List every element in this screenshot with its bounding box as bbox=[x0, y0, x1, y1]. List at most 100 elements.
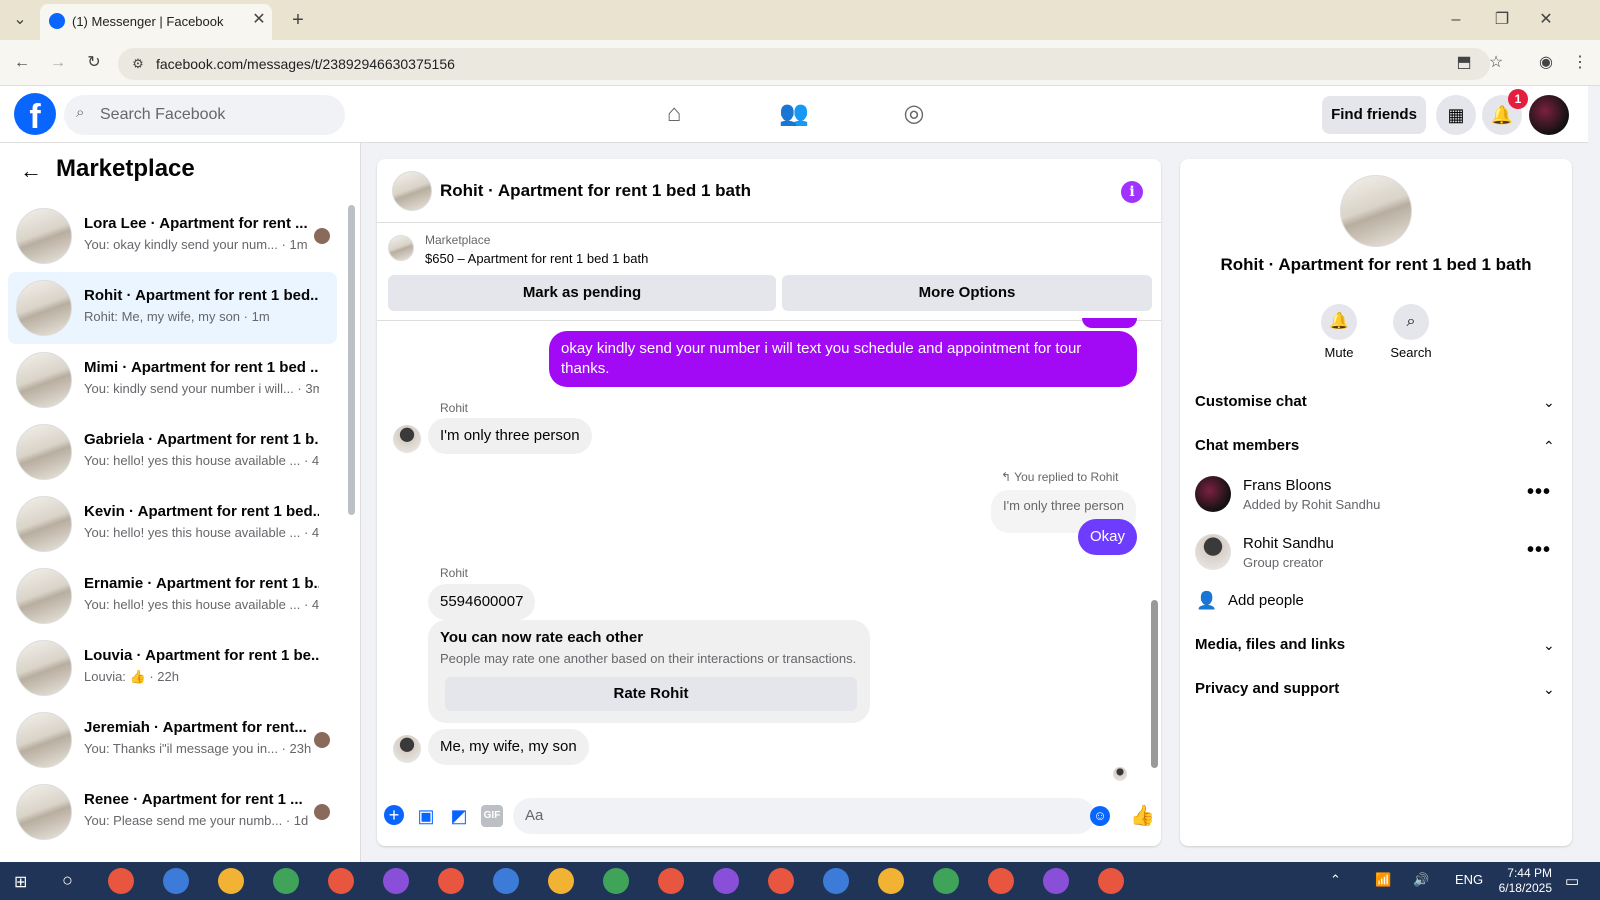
taskbar-app-icon[interactable] bbox=[273, 868, 299, 894]
conversation-item[interactable]: Rohit · Apartment for rent 1 bed... Rohit… bbox=[8, 272, 337, 344]
member-name[interactable]: Frans Bloons bbox=[1243, 477, 1331, 494]
back-icon[interactable]: ← bbox=[8, 49, 36, 77]
new-tab-icon[interactable]: + bbox=[284, 6, 312, 34]
incoming-message-last[interactable]: Me, my wife, my son bbox=[428, 729, 589, 765]
taskbar-app-icon[interactable] bbox=[823, 868, 849, 894]
chat-members-row[interactable]: Chat members bbox=[1195, 437, 1299, 454]
conversation-item[interactable]: Louvia · Apartment for rent 1 be... Louvi… bbox=[8, 632, 337, 704]
back-arrow-icon[interactable]: ← bbox=[20, 158, 42, 184]
windows-start-icon[interactable]: ⊞ bbox=[14, 872, 27, 892]
conversation-item[interactable]: Ernamie · Apartment for rent 1 b... You: … bbox=[8, 560, 337, 632]
taskbar-app-icon[interactable] bbox=[163, 868, 189, 894]
message-input[interactable]: Aa bbox=[513, 798, 1095, 834]
conversation-item[interactable]: Mimi · Apartment for rent 1 bed ... You: … bbox=[8, 344, 337, 416]
home-icon[interactable]: ⌂ bbox=[651, 91, 697, 137]
conversation-item[interactable]: Renee · Apartment for rent 1 ... You: Ple… bbox=[8, 776, 337, 848]
gif-icon[interactable]: GIF bbox=[481, 805, 503, 827]
search-icon[interactable]: ⌕ bbox=[1393, 304, 1429, 340]
customise-chat-row[interactable]: Customise chat bbox=[1195, 393, 1307, 410]
conversation-item[interactable]: Kevin · Apartment for rent 1 bed... You: … bbox=[8, 488, 337, 560]
add-attachment-icon[interactable]: + bbox=[384, 805, 404, 825]
member-name[interactable]: Rohit Sandhu bbox=[1243, 535, 1334, 552]
chevron-up-icon[interactable]: ⌃ bbox=[1543, 438, 1555, 455]
chat-scrollbar[interactable] bbox=[1151, 600, 1158, 768]
sticker-icon[interactable]: ◩ bbox=[448, 805, 470, 827]
language-indicator[interactable]: ENG bbox=[1455, 872, 1483, 887]
tab-search-icon[interactable]: ⌄ bbox=[6, 6, 34, 34]
photo-icon[interactable]: ▣ bbox=[415, 805, 437, 827]
listing-price[interactable]: $650 – Apartment for rent 1 bed 1 bath bbox=[425, 251, 648, 266]
taskbar-app-icon[interactable] bbox=[108, 868, 134, 894]
taskbar-app-icon[interactable] bbox=[493, 868, 519, 894]
browser-tab[interactable]: (1) Messenger | Facebook bbox=[40, 4, 272, 40]
more-options-button[interactable]: More Options bbox=[782, 275, 1152, 311]
volume-icon[interactable]: 🔊 bbox=[1413, 872, 1429, 888]
conversation-item[interactable]: Jeremiah · Apartment for rent... You: Tha… bbox=[8, 704, 337, 776]
conversation-item[interactable]: Gabriela · Apartment for rent 1 b... You:… bbox=[8, 416, 337, 488]
conversation-list-scrollbar[interactable] bbox=[348, 205, 355, 515]
reload-icon[interactable]: ↻ bbox=[80, 49, 108, 77]
taskbar-app-icon[interactable] bbox=[438, 868, 464, 894]
close-window-icon[interactable]: ✕ bbox=[1532, 6, 1560, 34]
notification-center-icon[interactable]: ▭ bbox=[1565, 872, 1579, 890]
bookmark-star-icon[interactable]: ☆ bbox=[1482, 49, 1510, 77]
member-avatar[interactable] bbox=[1195, 476, 1231, 512]
install-app-icon[interactable]: ⬒ bbox=[1450, 49, 1478, 77]
taskbar-app-icon[interactable] bbox=[603, 868, 629, 894]
info-icon[interactable]: i bbox=[1121, 181, 1143, 203]
chat-thumbnail[interactable] bbox=[392, 171, 432, 211]
emoji-icon[interactable]: ☺ bbox=[1090, 806, 1110, 826]
incoming-phone-message[interactable]: 5594600007 bbox=[428, 584, 536, 620]
taskbar-app-icon[interactable] bbox=[658, 868, 684, 894]
mute-bell-icon[interactable]: 🔔 bbox=[1321, 304, 1357, 340]
sender-avatar[interactable] bbox=[393, 735, 421, 763]
incoming-message[interactable]: I'm only three person bbox=[428, 418, 592, 454]
facebook-search-input[interactable]: Search Facebook bbox=[64, 95, 345, 135]
site-info-icon[interactable]: ⚙ bbox=[124, 50, 152, 78]
menu-grid-icon[interactable]: ▦ bbox=[1436, 95, 1476, 135]
network-icon[interactable]: 📶 bbox=[1375, 872, 1391, 888]
taskbar-app-icon[interactable] bbox=[713, 868, 739, 894]
search-circle-icon[interactable]: ○ bbox=[62, 870, 73, 891]
outgoing-message-okay[interactable]: Okay bbox=[1078, 519, 1138, 555]
chevron-down-icon[interactable]: ⌄ bbox=[1543, 394, 1555, 411]
taskbar-app-icon[interactable] bbox=[383, 868, 409, 894]
taskbar-app-icon[interactable] bbox=[878, 868, 904, 894]
friends-icon[interactable]: 👥 bbox=[771, 91, 817, 137]
taskbar-app-icon[interactable] bbox=[1043, 868, 1069, 894]
facebook-logo-icon[interactable]: f bbox=[14, 93, 56, 136]
outgoing-message[interactable]: okay kindly send your number i will text… bbox=[549, 331, 1137, 387]
thumbs-up-icon[interactable]: 👍 bbox=[1130, 805, 1155, 827]
account-avatar[interactable] bbox=[1529, 95, 1569, 135]
add-person-icon[interactable]: 👤 bbox=[1196, 591, 1217, 611]
profile-icon[interactable]: ◉ bbox=[1532, 49, 1560, 77]
clock[interactable]: 7:44 PM 6/18/2025 bbox=[1482, 866, 1552, 896]
taskbar-app-icon[interactable] bbox=[548, 868, 574, 894]
browser-menu-icon[interactable]: ⋮ bbox=[1566, 49, 1594, 77]
mark-pending-button[interactable]: Mark as pending bbox=[388, 275, 776, 311]
chat-title[interactable]: Rohit · Apartment for rent 1 bed 1 bath bbox=[440, 181, 751, 201]
minimize-icon[interactable]: – bbox=[1442, 6, 1470, 34]
forward-icon[interactable]: → bbox=[44, 49, 72, 77]
media-files-row[interactable]: Media, files and links bbox=[1195, 636, 1345, 653]
chevron-down-icon[interactable]: ⌄ bbox=[1543, 637, 1555, 654]
conversation-item[interactable]: Lora Lee · Apartment for rent ... You: ok… bbox=[8, 200, 337, 272]
address-bar[interactable]: facebook.com/messages/t/2389294663037515… bbox=[118, 48, 1490, 80]
taskbar-app-icon[interactable] bbox=[218, 868, 244, 894]
add-people-button[interactable]: Add people bbox=[1228, 592, 1304, 609]
chevron-down-icon[interactable]: ⌄ bbox=[1543, 681, 1555, 698]
rate-rohit-button[interactable]: Rate Rohit bbox=[445, 677, 857, 711]
taskbar-app-icon[interactable] bbox=[1098, 868, 1124, 894]
taskbar-app-icon[interactable] bbox=[988, 868, 1014, 894]
taskbar-app-icon[interactable] bbox=[768, 868, 794, 894]
taskbar-app-icon[interactable] bbox=[933, 868, 959, 894]
tray-chevron-icon[interactable]: ⌃ bbox=[1330, 872, 1341, 888]
sender-avatar[interactable] bbox=[393, 425, 421, 453]
find-friends-button[interactable]: Find friends bbox=[1322, 96, 1426, 134]
member-avatar[interactable] bbox=[1195, 534, 1231, 570]
member-options-icon[interactable]: ••• bbox=[1527, 481, 1551, 504]
restore-icon[interactable]: ❐ bbox=[1488, 6, 1516, 34]
taskbar-app-icon[interactable] bbox=[328, 868, 354, 894]
groups-icon[interactable]: ◎ bbox=[891, 91, 937, 137]
privacy-support-row[interactable]: Privacy and support bbox=[1195, 680, 1339, 697]
